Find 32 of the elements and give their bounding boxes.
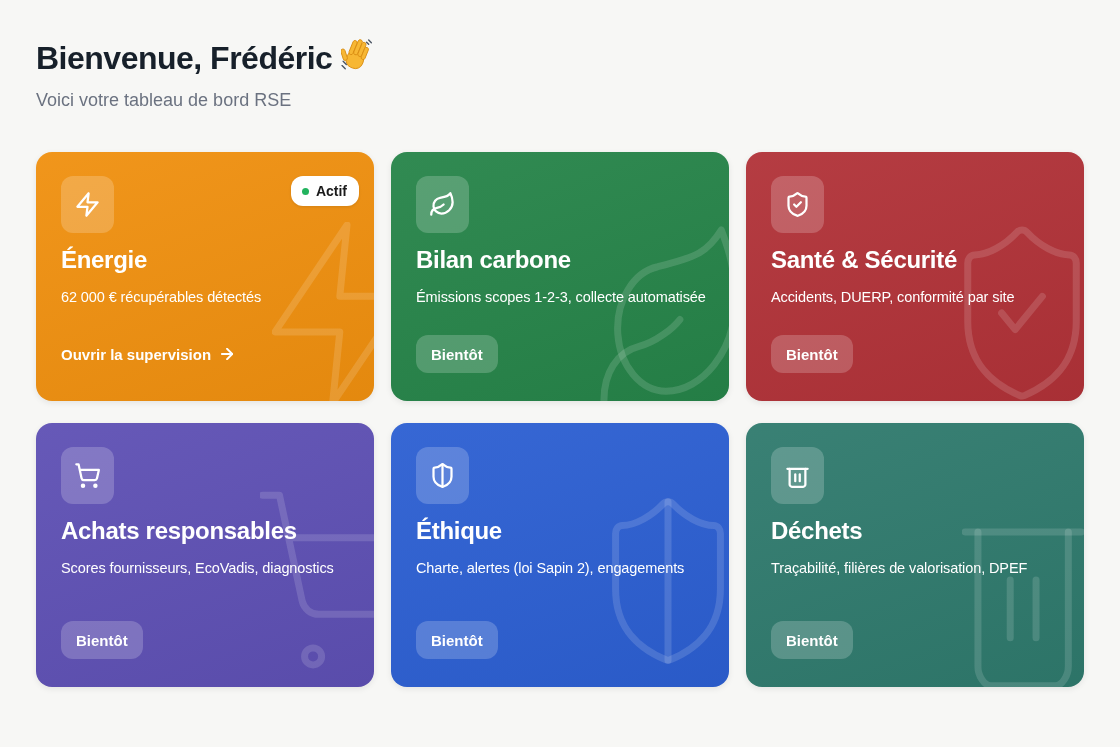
card-description: Charte, alertes (loi Sapin 2), engagements [416, 559, 685, 578]
coming-soon-button[interactable]: Bientôt [771, 621, 853, 659]
trash-icon [771, 447, 824, 504]
bolt-icon [61, 176, 114, 233]
arrow-right-icon [221, 348, 234, 360]
page-subtitle: Voici votre tableau de bord RSE [36, 89, 293, 112]
card-description: Accidents, DUERP, conformité par site [771, 288, 1015, 307]
coming-soon-button[interactable]: Bientôt [61, 621, 143, 659]
card-title: Énergie [61, 245, 147, 275]
open-link[interactable]: Ouvrir la supervision [61, 335, 234, 373]
card-description: Scores fournisseurs, EcoVadis, diagnostics [61, 559, 334, 578]
status-dot-icon [301, 187, 309, 195]
background-shield-check-icon [963, 225, 1081, 401]
shield-check-icon [771, 176, 824, 233]
card-description: Traçabilité, filières de valorisation, DPEF [771, 559, 1028, 578]
waving-hand-icon [341, 38, 375, 72]
coming-soon-button[interactable]: Bientôt [416, 335, 498, 373]
leaf-icon [416, 176, 469, 233]
card-description: 62 000 € récupérables détectés [61, 288, 262, 307]
background-bolt-icon [272, 222, 374, 401]
coming-soon-button[interactable]: Bientôt [416, 621, 498, 659]
card-title: Santé & Sécurité [771, 245, 957, 275]
page-title: Bienvenue, Frédéric [36, 39, 333, 78]
card-description: Émissions scopes 1-2-3, collecte automatisée [416, 288, 706, 307]
card-title: Déchets [771, 516, 863, 546]
card-title: Achats responsables [61, 516, 297, 546]
status-text: Actif [315, 183, 347, 199]
card-title: Éthique [416, 516, 502, 546]
shield-icon [416, 447, 469, 504]
cart-icon [61, 447, 114, 504]
card-title: Bilan carbone [416, 245, 571, 275]
coming-soon-button[interactable]: Bientôt [771, 335, 853, 373]
